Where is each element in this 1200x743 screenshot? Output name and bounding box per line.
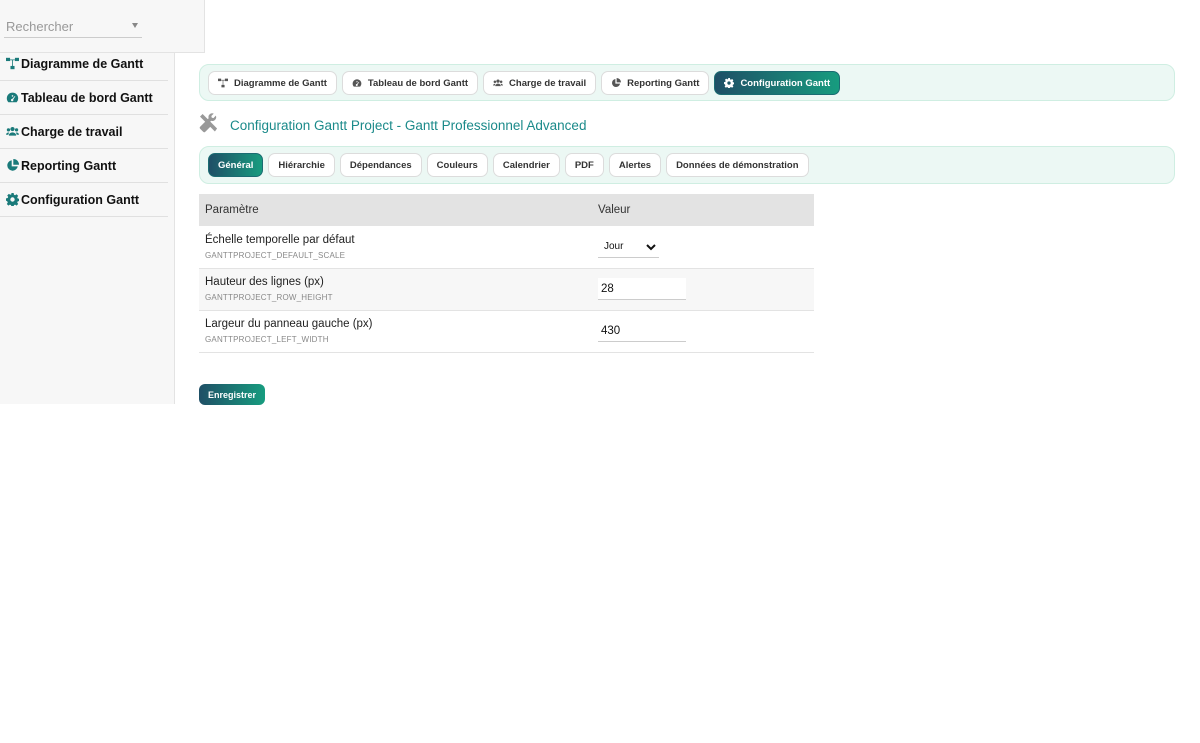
tab-donnees-demo[interactable]: Données de démonstration [666, 153, 809, 177]
param-cell: Échelle temporelle par défaut GANTTPROJE… [199, 226, 592, 269]
param-key: GANTTPROJECT_DEFAULT_SCALE [205, 250, 346, 260]
sidebar-menu: Diagramme de Gantt Tableau de bord Gantt… [0, 47, 168, 217]
tab-dependances[interactable]: Dépendances [339, 153, 422, 177]
tab-diagramme[interactable]: Diagramme de Gantt [208, 71, 337, 95]
users-icon [493, 79, 504, 87]
top-nav-tabs: Diagramme de Gantt Tableau de bord Gantt… [208, 71, 841, 95]
tab-pdf[interactable]: PDF [564, 153, 604, 177]
sidebar-item-label: Configuration Gantt [21, 192, 140, 207]
search-panel [0, 0, 205, 53]
value-cell [592, 310, 814, 353]
sidebar-item-label: Reporting Gantt [21, 158, 117, 173]
sidebar-item-label: Diagramme de Gantt [21, 56, 144, 71]
top-nav-bar: Diagramme de Gantt Tableau de bord Gantt… [199, 64, 1175, 101]
tab-tableau[interactable]: Tableau de bord Gantt [341, 71, 479, 95]
search-input[interactable] [4, 14, 124, 38]
pie-chart-icon [5, 159, 19, 173]
tab-label: Reporting Gantt [627, 77, 700, 89]
value-cell [592, 268, 814, 311]
tab-label: Configuration Gantt [740, 77, 831, 89]
dashboard-icon [352, 79, 362, 87]
tab-label: Tableau de bord Gantt [367, 77, 469, 89]
table-row: Largeur du panneau gauche (px) GANTTPROJ… [199, 310, 814, 353]
sidebar-item-label: Tableau de bord Gantt [21, 90, 153, 105]
tab-calendrier[interactable]: Calendrier [492, 153, 560, 177]
sidebar: Diagramme de Gantt Tableau de bord Gantt… [0, 0, 175, 404]
tab-charge[interactable]: Charge de travail [483, 71, 597, 95]
users-icon [5, 125, 19, 139]
value-cell: Jour [592, 226, 814, 269]
tab-configuration[interactable]: Configuration Gantt [714, 71, 841, 95]
tab-hierarchie[interactable]: Hiérarchie [268, 153, 335, 177]
column-header-param: Paramètre [199, 194, 592, 226]
chevron-down-icon[interactable] [132, 23, 138, 28]
dashboard-icon [5, 91, 19, 105]
page-title: Configuration Gantt Project - Gantt Prof… [230, 118, 587, 133]
search-combobox[interactable] [4, 14, 142, 38]
sidebar-item-configuration[interactable]: Configuration Gantt [0, 183, 168, 217]
settings-table: Paramètre Valeur Échelle temporelle par … [199, 194, 814, 353]
tab-couleurs[interactable]: Couleurs [426, 153, 488, 177]
gear-icon [5, 193, 19, 207]
settings-tab-bar: Général Hiérarchie Dépendances Couleurs … [199, 146, 1175, 184]
param-key: GANTTPROJECT_LEFT_WIDTH [205, 335, 329, 344]
diagram-icon [5, 57, 19, 71]
table-row: Hauteur des lignes (px) GANTTPROJECT_ROW… [199, 268, 814, 311]
settings-tabs: Général Hiérarchie Dépendances Couleurs … [208, 153, 809, 177]
left-width-input[interactable] [598, 320, 686, 342]
tab-label: Charge de travail [509, 77, 587, 89]
sidebar-item-reporting[interactable]: Reporting Gantt [0, 149, 168, 183]
table-row: Échelle temporelle par défaut GANTTPROJE… [199, 226, 814, 269]
param-cell: Largeur du panneau gauche (px) GANTTPROJ… [199, 310, 592, 353]
sidebar-item-charge[interactable]: Charge de travail [0, 115, 168, 149]
table-header-row: Paramètre Valeur [199, 194, 814, 226]
tab-alertes[interactable]: Alertes [608, 153, 662, 177]
scale-select[interactable]: Jour [598, 235, 659, 258]
tab-reporting[interactable]: Reporting Gantt [601, 71, 710, 95]
param-label: Échelle temporelle par défaut [205, 233, 355, 246]
param-label: Largeur du panneau gauche (px) [205, 318, 373, 330]
sidebar-item-label: Charge de travail [21, 124, 123, 139]
sidebar-item-tableau[interactable]: Tableau de bord Gantt [0, 81, 168, 115]
tab-general[interactable]: Général [208, 153, 264, 177]
param-label: Hauteur des lignes (px) [205, 276, 324, 288]
diagram-icon [218, 78, 228, 88]
column-header-value: Valeur [592, 194, 814, 226]
gear-icon [724, 78, 735, 88]
page-header: Configuration Gantt Project - Gantt Prof… [199, 113, 586, 138]
param-cell: Hauteur des lignes (px) GANTTPROJECT_ROW… [199, 268, 592, 311]
pie-chart-icon [612, 78, 622, 88]
tab-label: Diagramme de Gantt [234, 77, 327, 89]
save-button[interactable]: Enregistrer [199, 384, 266, 405]
param-key: GANTTPROJECT_ROW_HEIGHT [205, 293, 333, 302]
tools-icon [199, 113, 219, 138]
row-height-input[interactable] [598, 278, 686, 300]
